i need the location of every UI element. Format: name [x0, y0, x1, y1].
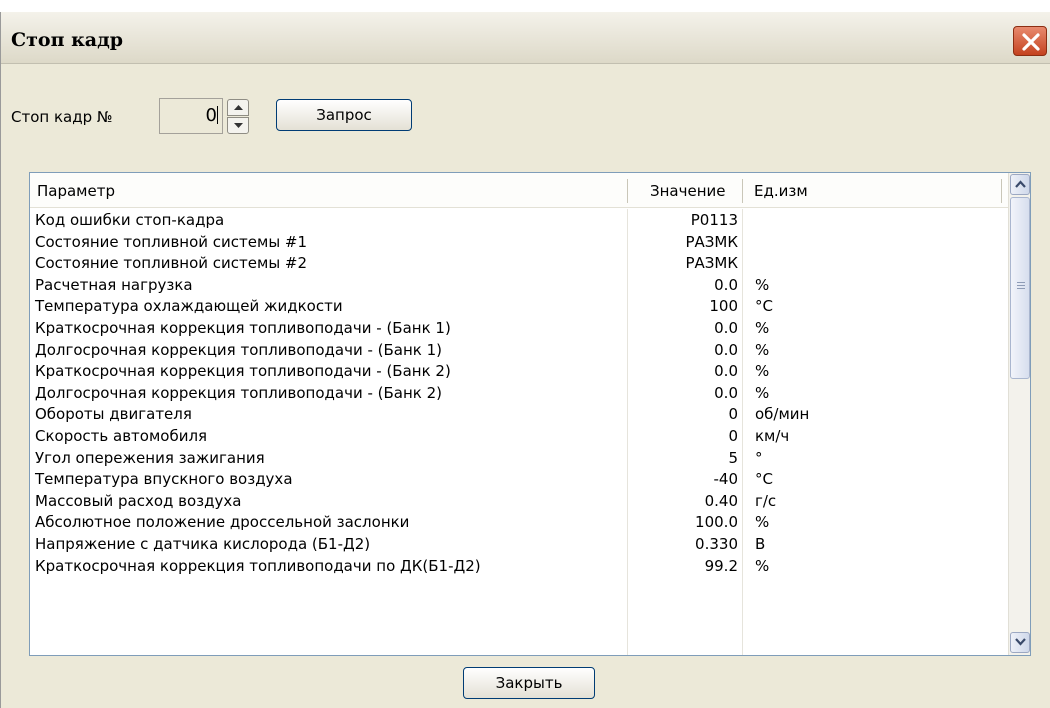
table-row[interactable]: Долгосрочная коррекция топливоподачи - (… [30, 382, 1010, 404]
parameter-cell: Температура впускного воздуха [35, 470, 293, 489]
table-row[interactable]: Температура впускного воздуха -40 °С [30, 468, 1010, 490]
chevron-up-icon [1015, 180, 1026, 188]
value-cell: 0 [728, 426, 738, 445]
scroll-up-button[interactable] [1010, 174, 1030, 195]
unit-cell: км/ч [755, 426, 790, 445]
close-icon [1022, 33, 1040, 51]
parameter-cell: Долгосрочная коррекция топливоподачи - (… [35, 383, 443, 402]
close-button[interactable]: Закрыть [463, 667, 595, 699]
value-cell: 100.0 [695, 513, 738, 532]
unit-cell: % [755, 513, 770, 532]
value-cell: 0.0 [714, 275, 738, 294]
unit-cell: об/мин [755, 405, 810, 424]
parameter-cell: Код ошибки стоп-кадра [35, 211, 225, 229]
unit-cell: г/с [755, 491, 777, 510]
value-cell: 99.2 [704, 556, 738, 575]
value-cell: 0 [728, 405, 738, 424]
parameter-cell: Расчетная нагрузка [35, 275, 193, 294]
parameter-cell: Скорость автомобиля [35, 426, 208, 445]
value-cell: 0.330 [695, 534, 738, 553]
column-divider[interactable] [742, 179, 743, 203]
table-row[interactable]: Состояние топливной системы #1 РАЗМК [30, 231, 1010, 253]
parameter-cell: Долгосрочная коррекция топливоподачи - (… [35, 340, 443, 359]
spin-up-button[interactable] [227, 99, 249, 116]
value-cell: РАЗМК [685, 254, 738, 273]
table-row[interactable]: Угол опережения зажигания 5 ° [30, 447, 1010, 469]
parameter-cell: Состояние топливной системы #1 [35, 232, 308, 251]
column-header-unit[interactable]: Ед.изм [754, 182, 808, 200]
arrow-up-icon [234, 105, 243, 110]
unit-cell: % [755, 275, 770, 294]
value-cell: 0.0 [714, 318, 738, 337]
table-row[interactable]: Обороты двигателя 0 об/мин [30, 403, 1010, 425]
parameter-cell: Краткосрочная коррекция топливоподачи - … [35, 318, 451, 337]
value-cell: 0.0 [714, 362, 738, 381]
parameter-cell: Абсолютное положение дроссельной заслонк… [35, 513, 410, 532]
parameters-table: Параметр Значение Ед.изм Код ошибки стоп… [29, 172, 1031, 656]
column-header-value[interactable]: Значение [650, 182, 726, 200]
vertical-scrollbar[interactable] [1008, 173, 1030, 655]
column-header-parameter[interactable]: Параметр [37, 182, 115, 200]
table-row[interactable]: Абсолютное положение дроссельной заслонк… [30, 511, 1010, 533]
table-row[interactable]: Краткосрочная коррекция топливоподачи - … [30, 317, 1010, 339]
window-title: Стоп кадр [11, 29, 124, 51]
value-cell: РАЗМК [685, 232, 738, 251]
unit-cell: % [755, 362, 770, 381]
parameter-cell: Состояние топливной системы #2 [35, 254, 308, 273]
unit-cell: % [755, 383, 770, 402]
query-button[interactable]: Запрос [276, 99, 412, 131]
table-body: Код ошибки стоп-кадра P0113 Состояние топ… [30, 209, 1010, 576]
frame-number-label: Стоп кадр № [11, 108, 113, 126]
value-cell: P0113 [690, 211, 738, 229]
value-cell: -40 [713, 470, 739, 489]
parameter-cell: Угол опережения зажигания [35, 448, 265, 467]
stop-frame-window: Стоп кадр Стоп кадр № 0 Запрос Параметр … [0, 12, 1050, 708]
spin-down-button[interactable] [227, 117, 249, 134]
table-row[interactable]: Код ошибки стоп-кадра P0113 [30, 209, 1010, 231]
value-cell: 0.0 [714, 340, 738, 359]
unit-cell: В [755, 534, 766, 553]
parameter-cell: Обороты двигателя [35, 405, 192, 424]
table-row[interactable]: Долгосрочная коррекция топливоподачи - (… [30, 339, 1010, 361]
unit-cell: °С [755, 470, 773, 489]
table-row[interactable]: Температура охлаждающей жидкости 100 °С [30, 295, 1010, 317]
table-row[interactable]: Краткосрочная коррекция топливоподачи по… [30, 555, 1010, 577]
unit-cell: % [755, 318, 770, 337]
unit-cell: ° [755, 448, 763, 467]
frame-number-input[interactable]: 0 [159, 98, 223, 134]
parameter-cell: Краткосрочная коррекция топливоподачи - … [35, 362, 451, 381]
value-cell: 5 [728, 448, 738, 467]
table-row[interactable]: Скорость автомобиля 0 км/ч [30, 425, 1010, 447]
unit-cell: % [755, 340, 770, 359]
value-cell: 0.0 [714, 383, 738, 402]
column-divider[interactable] [1001, 179, 1002, 203]
table-row[interactable]: Массовый расход воздуха 0.40 г/с [30, 490, 1010, 512]
frame-number-value: 0 [205, 105, 217, 126]
value-cell: 0.40 [704, 491, 738, 510]
table-row[interactable]: Состояние топливной системы #2 РАЗМК [30, 252, 1010, 274]
window-close-button[interactable] [1013, 26, 1047, 56]
scroll-thumb[interactable] [1010, 197, 1030, 379]
table-row[interactable]: Напряжение с датчика кислорода (Б1-Д2) 0.… [30, 533, 1010, 555]
parameter-cell: Напряжение с датчика кислорода (Б1-Д2) [35, 534, 371, 553]
value-cell: 100 [709, 297, 738, 316]
table-row[interactable]: Краткосрочная коррекция топливоподачи - … [30, 360, 1010, 382]
column-divider[interactable] [627, 179, 628, 203]
table-header: Параметр Значение Ед.изм [30, 173, 1010, 208]
table-row[interactable]: Расчетная нагрузка 0.0% [30, 274, 1010, 296]
title-bar: Стоп кадр [1, 12, 1050, 64]
parameter-cell: Краткосрочная коррекция топливоподачи по… [35, 556, 481, 575]
unit-cell: % [755, 556, 770, 575]
parameter-cell: Массовый расход воздуха [35, 491, 242, 510]
parameter-cell: Температура охлаждающей жидкости [35, 297, 343, 316]
unit-cell: °С [755, 297, 773, 316]
scroll-down-button[interactable] [1010, 632, 1030, 653]
chevron-down-icon [1015, 638, 1026, 646]
arrow-down-icon [234, 123, 243, 128]
